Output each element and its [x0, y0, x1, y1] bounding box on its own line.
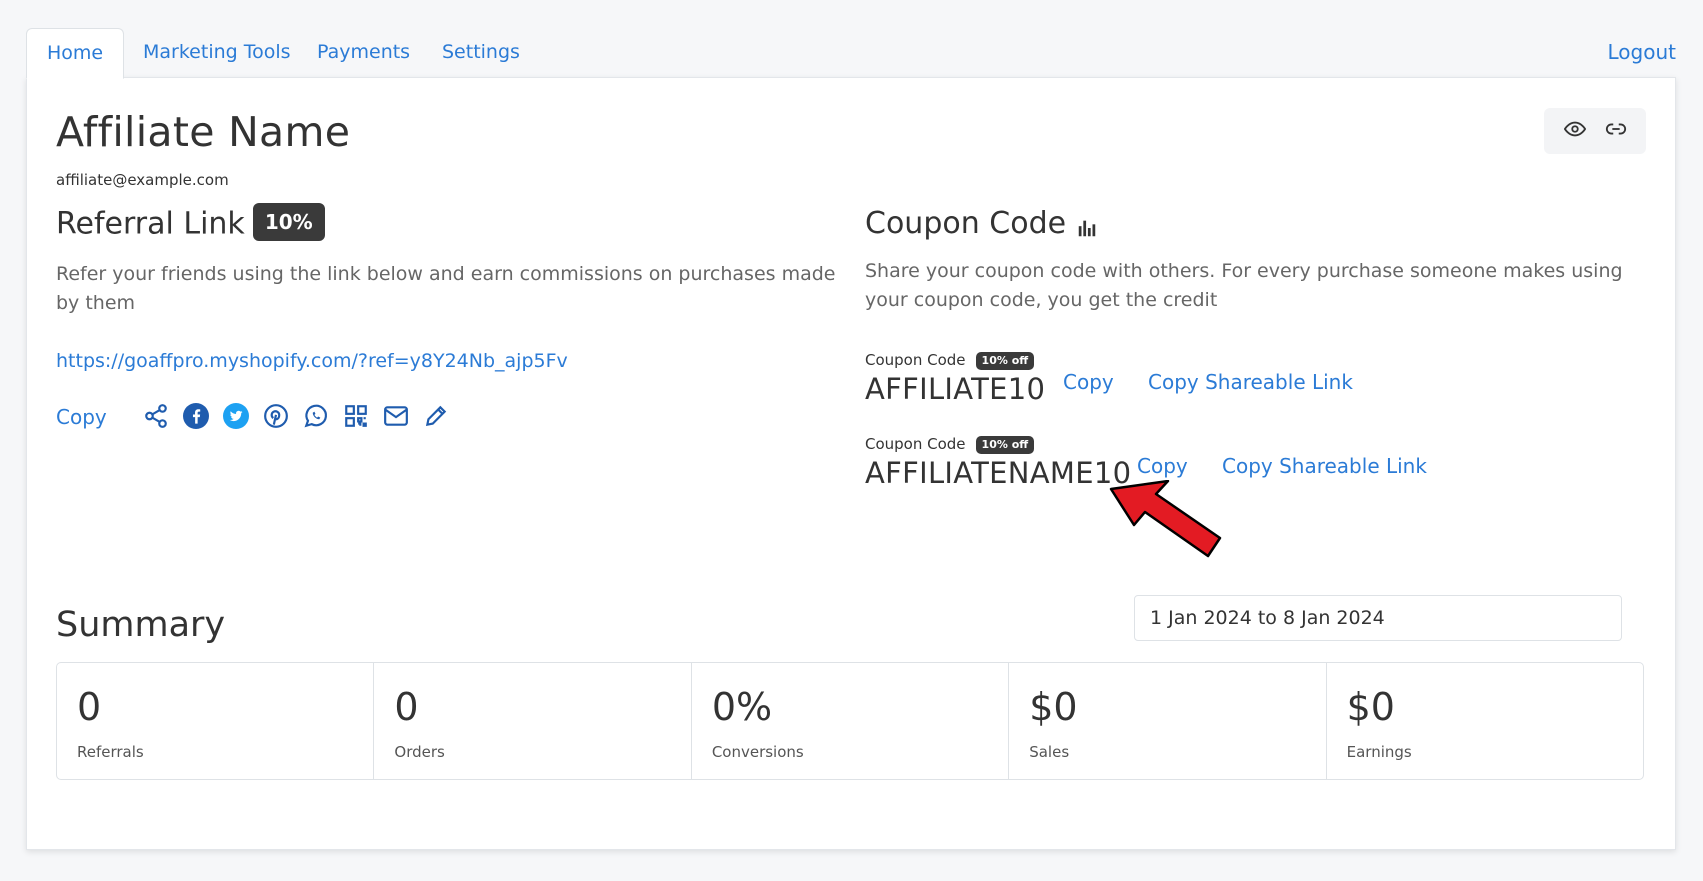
twitter-icon[interactable]: [223, 403, 249, 429]
bar-chart-icon[interactable]: [1076, 212, 1098, 236]
copy-coupon-1-button[interactable]: Copy: [1063, 370, 1114, 394]
stat-value: 0: [77, 685, 102, 729]
stat-label: Referrals: [77, 743, 144, 761]
share-icons: [143, 403, 449, 429]
stat-referrals: 0 Referrals: [57, 663, 375, 779]
referral-description: Refer your friends using the link below …: [56, 263, 836, 314]
stat-label: Sales: [1029, 743, 1070, 761]
facebook-icon[interactable]: [183, 403, 209, 429]
tab-home[interactable]: Home: [26, 28, 125, 79]
stat-value: $0: [1029, 685, 1078, 729]
stat-value: 0%: [711, 685, 773, 729]
copy-referral-button[interactable]: Copy: [56, 405, 107, 429]
coupon-code-2: AFFILIATENAME10: [865, 456, 1132, 490]
summary-title: Summary: [56, 605, 226, 645]
referral-title-text: Referral Link: [56, 206, 245, 242]
referral-url[interactable]: https://goaffpro.myshopify.com/?ref=y8Y2…: [56, 350, 568, 372]
referral-title: Referral Link 10%: [56, 203, 325, 244]
nav-tabs: Home Marketing Tools Payments Settings L…: [26, 28, 1676, 79]
summary-stats: 0 Referrals 0 Orders 0% Conversions $0 S…: [56, 662, 1644, 780]
share-icon[interactable]: [143, 403, 169, 429]
copy-coupon-2-button[interactable]: Copy: [1137, 454, 1188, 478]
copy-shareable-link-1-button[interactable]: Copy Shareable Link: [1148, 370, 1353, 394]
coupon-label-2: Coupon Code 10% off: [865, 435, 1035, 454]
coupon-code-1: AFFILIATE10: [865, 372, 1046, 406]
tab-marketing-tools[interactable]: Marketing Tools: [123, 28, 311, 79]
coupon-title-text: Coupon Code: [865, 206, 1067, 241]
stat-conversions: 0% Conversions: [692, 663, 1010, 779]
email-icon[interactable]: [383, 403, 409, 429]
stat-sales: $0 Sales: [1009, 663, 1327, 779]
qr-code-icon[interactable]: [343, 403, 369, 429]
logout-link[interactable]: Logout: [1608, 28, 1676, 77]
coupon-description: Share your coupon code with others. For …: [865, 260, 1623, 311]
commission-badge: 10%: [252, 203, 325, 241]
date-range-input[interactable]: 1 Jan 2024 to 8 Jan 2024: [1134, 595, 1622, 641]
stat-value: 0: [394, 685, 419, 729]
edit-icon[interactable]: [423, 403, 449, 429]
affiliate-email: affiliate@example.com: [56, 171, 229, 189]
stat-label: Earnings: [1346, 743, 1412, 761]
coupon-title: Coupon Code: [865, 206, 1098, 241]
header-icon-group: [1544, 108, 1646, 154]
stat-label: Conversions: [711, 743, 804, 761]
coupon-badge-1: 10% off: [975, 351, 1035, 370]
tab-payments[interactable]: Payments: [297, 28, 430, 79]
tab-settings[interactable]: Settings: [422, 28, 540, 79]
dashboard-card: Affiliate Name affiliate@example.com Ref…: [26, 77, 1676, 850]
whatsapp-icon[interactable]: [303, 403, 329, 429]
coupon-label-1: Coupon Code 10% off: [865, 351, 1035, 370]
stat-label: Orders: [394, 743, 445, 761]
link-icon[interactable]: [1605, 118, 1627, 144]
pinterest-icon[interactable]: [263, 403, 289, 429]
coupon-badge-2: 10% off: [975, 435, 1035, 454]
stat-earnings: $0 Earnings: [1327, 663, 1643, 779]
coupon-label-text-2: Coupon Code: [865, 435, 966, 453]
eye-icon[interactable]: [1563, 118, 1586, 144]
copy-shareable-link-2-button[interactable]: Copy Shareable Link: [1222, 454, 1427, 478]
affiliate-name: Affiliate Name: [56, 108, 351, 156]
annotation-arrow-icon: [1109, 480, 1222, 558]
coupon-label-text-1: Coupon Code: [865, 351, 966, 369]
stat-orders: 0 Orders: [374, 663, 692, 779]
stat-value: $0: [1346, 685, 1395, 729]
